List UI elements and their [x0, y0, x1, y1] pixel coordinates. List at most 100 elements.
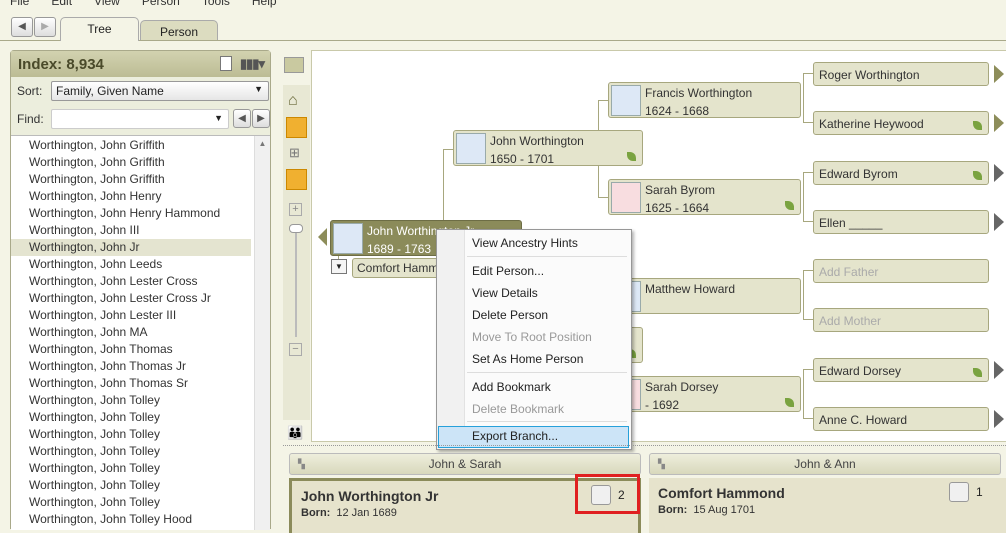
tab-person[interactable]: Person — [140, 20, 218, 41]
expand-arrow-icon[interactable] — [994, 213, 1004, 231]
menu-item-view-ancestry-hints[interactable]: View Ancestry Hints — [472, 236, 578, 250]
print-icon[interactable] — [220, 56, 232, 71]
home-icon[interactable]: ⌂ — [288, 92, 298, 110]
find-next-button[interactable]: ▶ — [252, 109, 270, 128]
father-box[interactable]: John Worthington 1650 - 1701 — [453, 130, 643, 166]
scrollbar[interactable]: ▲ — [254, 136, 270, 530]
list-item[interactable]: Worthington, John Tolley — [11, 392, 251, 409]
descendants-arrow-icon[interactable] — [318, 228, 327, 246]
hint-leaf-icon[interactable] — [785, 398, 794, 407]
family-header[interactable]: ▚ John & Ann — [649, 453, 1001, 475]
hint-leaf-icon[interactable] — [973, 121, 982, 130]
list-item[interactable]: Worthington, John Henry Hammond — [11, 205, 251, 222]
family-icon[interactable]: 👪 — [287, 425, 303, 441]
list-item[interactable]: Worthington, John Leeds — [11, 256, 251, 273]
list-item[interactable]: Worthington, John Thomas Sr — [11, 375, 251, 392]
menu-item-set-as-home-person[interactable]: Set As Home Person — [472, 352, 583, 366]
index-list: Worthington, John Griffith Worthington, J… — [11, 135, 270, 530]
spouse-dropdown-button[interactable]: ▼ — [331, 259, 347, 274]
list-item[interactable]: Worthington, John Tolley — [11, 494, 251, 511]
menu-item-view-details[interactable]: View Details — [472, 286, 538, 300]
add-parent-button[interactable]: Add Father — [813, 259, 989, 283]
menu-item-move-to-root-position[interactable]: Move To Root Position — [472, 330, 592, 344]
menu-item-add-bookmark[interactable]: Add Bookmark — [472, 380, 551, 394]
hint-leaf-icon[interactable] — [973, 368, 982, 377]
list-item[interactable]: Worthington, John Thomas — [11, 341, 251, 358]
list-item[interactable]: Worthington, John Tolley — [11, 477, 251, 494]
list-item[interactable]: Worthington, John Lester Cross — [11, 273, 251, 290]
family-icon: ▚ — [298, 459, 305, 469]
tab-tree[interactable]: Tree — [60, 17, 139, 41]
hint-leaf-icon[interactable] — [627, 152, 636, 161]
born-label: Born: — [301, 507, 331, 519]
list-item[interactable]: Worthington, John Lester III — [11, 307, 251, 324]
ancestor-box[interactable]: Francis Worthington 1624 - 1668 — [608, 82, 801, 118]
pedigree-view-icon[interactable] — [286, 117, 307, 138]
born-date: 15 Aug 1701 — [693, 504, 756, 516]
list-item[interactable]: Worthington, John Thomas Jr — [11, 358, 251, 375]
menu-edit[interactable]: Edit — [51, 0, 72, 8]
ancestor-box[interactable]: Matthew Howard — [608, 278, 801, 314]
menu-item-edit-person[interactable]: Edit Person... — [472, 264, 544, 278]
family-header[interactable]: ▚ John & Sarah — [289, 453, 641, 475]
family-view-icon[interactable]: ⊞ — [289, 145, 300, 161]
ancestor-box[interactable]: Roger Worthington — [813, 62, 989, 86]
zoom-slider[interactable] — [295, 225, 297, 337]
person-panel[interactable]: Comfort Hammond Born: 15 Aug 1701 1 — [649, 478, 1006, 533]
zoom-out-button[interactable]: − — [289, 343, 302, 356]
male-silhouette-icon — [456, 133, 486, 164]
ancestor-box[interactable]: Sarah Byrom 1625 - 1664 — [608, 179, 801, 215]
list-item[interactable]: Worthington, John Tolley Hood — [11, 511, 251, 528]
menu-item-export-branch[interactable]: Export Branch... — [472, 429, 558, 443]
menu-item-delete-bookmark[interactable]: Delete Bookmark — [472, 402, 564, 416]
menu-item-delete-person[interactable]: Delete Person — [472, 308, 548, 322]
ancestor-box[interactable]: Sarah Dorsey - 1692 — [608, 376, 801, 412]
columns-icon[interactable]: ▮▮▮▾ — [240, 56, 265, 72]
expand-arrow-icon[interactable] — [994, 114, 1004, 132]
find-input[interactable]: ▼ — [51, 109, 229, 129]
sort-select[interactable]: Family, Given Name ▼ — [51, 81, 269, 101]
menu-tools[interactable]: Tools — [202, 0, 230, 8]
born-date: 12 Jan 1689 — [336, 507, 397, 519]
panel-toggle-icon[interactable] — [284, 57, 304, 73]
ancestor-box[interactable]: Edward Byrom — [813, 161, 989, 185]
add-parent-button[interactable]: Add Mother — [813, 308, 989, 332]
list-item[interactable]: Worthington, John Griffith — [11, 154, 251, 171]
list-item[interactable]: Worthington, John Tolley — [11, 443, 251, 460]
forward-button[interactable]: ▶ — [34, 17, 56, 37]
ancestor-box[interactable]: Anne C. Howard — [813, 407, 989, 431]
tree-toolbar: ⌂ ⊞ + − — [283, 85, 310, 420]
list-item[interactable]: Worthington, John Tolley — [11, 460, 251, 477]
ancestor-box[interactable]: Ellen _____ — [813, 210, 989, 234]
male-silhouette-icon — [611, 85, 641, 116]
sort-label: Sort: — [17, 84, 43, 98]
list-item[interactable]: Worthington, John Griffith — [11, 137, 251, 154]
ancestor-box[interactable]: Edward Dorsey — [813, 358, 989, 382]
menu-file[interactable]: File — [10, 0, 29, 8]
list-item[interactable]: Worthington, John Henry — [11, 188, 251, 205]
list-item[interactable]: Worthington, John Jr — [11, 239, 251, 256]
zoom-slider-handle[interactable] — [289, 224, 303, 233]
expand-arrow-icon[interactable] — [994, 410, 1004, 428]
ancestor-box[interactable]: Katherine Heywood — [813, 111, 989, 135]
expand-arrow-icon[interactable] — [994, 164, 1004, 182]
menu-view[interactable]: View — [94, 0, 120, 8]
expand-arrow-icon[interactable] — [994, 361, 1004, 379]
person-view-icon[interactable] — [286, 169, 307, 190]
children-avatar-icon[interactable] — [949, 482, 969, 502]
list-item[interactable]: Worthington, John Griffith — [11, 171, 251, 188]
find-prev-button[interactable]: ◀ — [233, 109, 251, 128]
list-item[interactable]: Worthington, John MA — [11, 324, 251, 341]
list-item[interactable]: Worthington, John Tolley — [11, 409, 251, 426]
list-item[interactable]: Worthington, John Lester Cross Jr — [11, 290, 251, 307]
list-item[interactable]: Worthington, John Tolley — [11, 426, 251, 443]
hint-leaf-icon[interactable] — [785, 201, 794, 210]
back-button[interactable]: ◀ — [11, 17, 33, 37]
menu-person[interactable]: Person — [142, 0, 180, 8]
expand-arrow-icon[interactable] — [994, 65, 1004, 83]
menu-help[interactable]: Help — [252, 0, 277, 8]
list-item[interactable]: Worthington, John III — [11, 222, 251, 239]
hint-leaf-icon[interactable] — [973, 171, 982, 180]
spouse-box[interactable]: Comfort Hammond — [352, 258, 442, 278]
zoom-in-button[interactable]: + — [289, 203, 302, 216]
